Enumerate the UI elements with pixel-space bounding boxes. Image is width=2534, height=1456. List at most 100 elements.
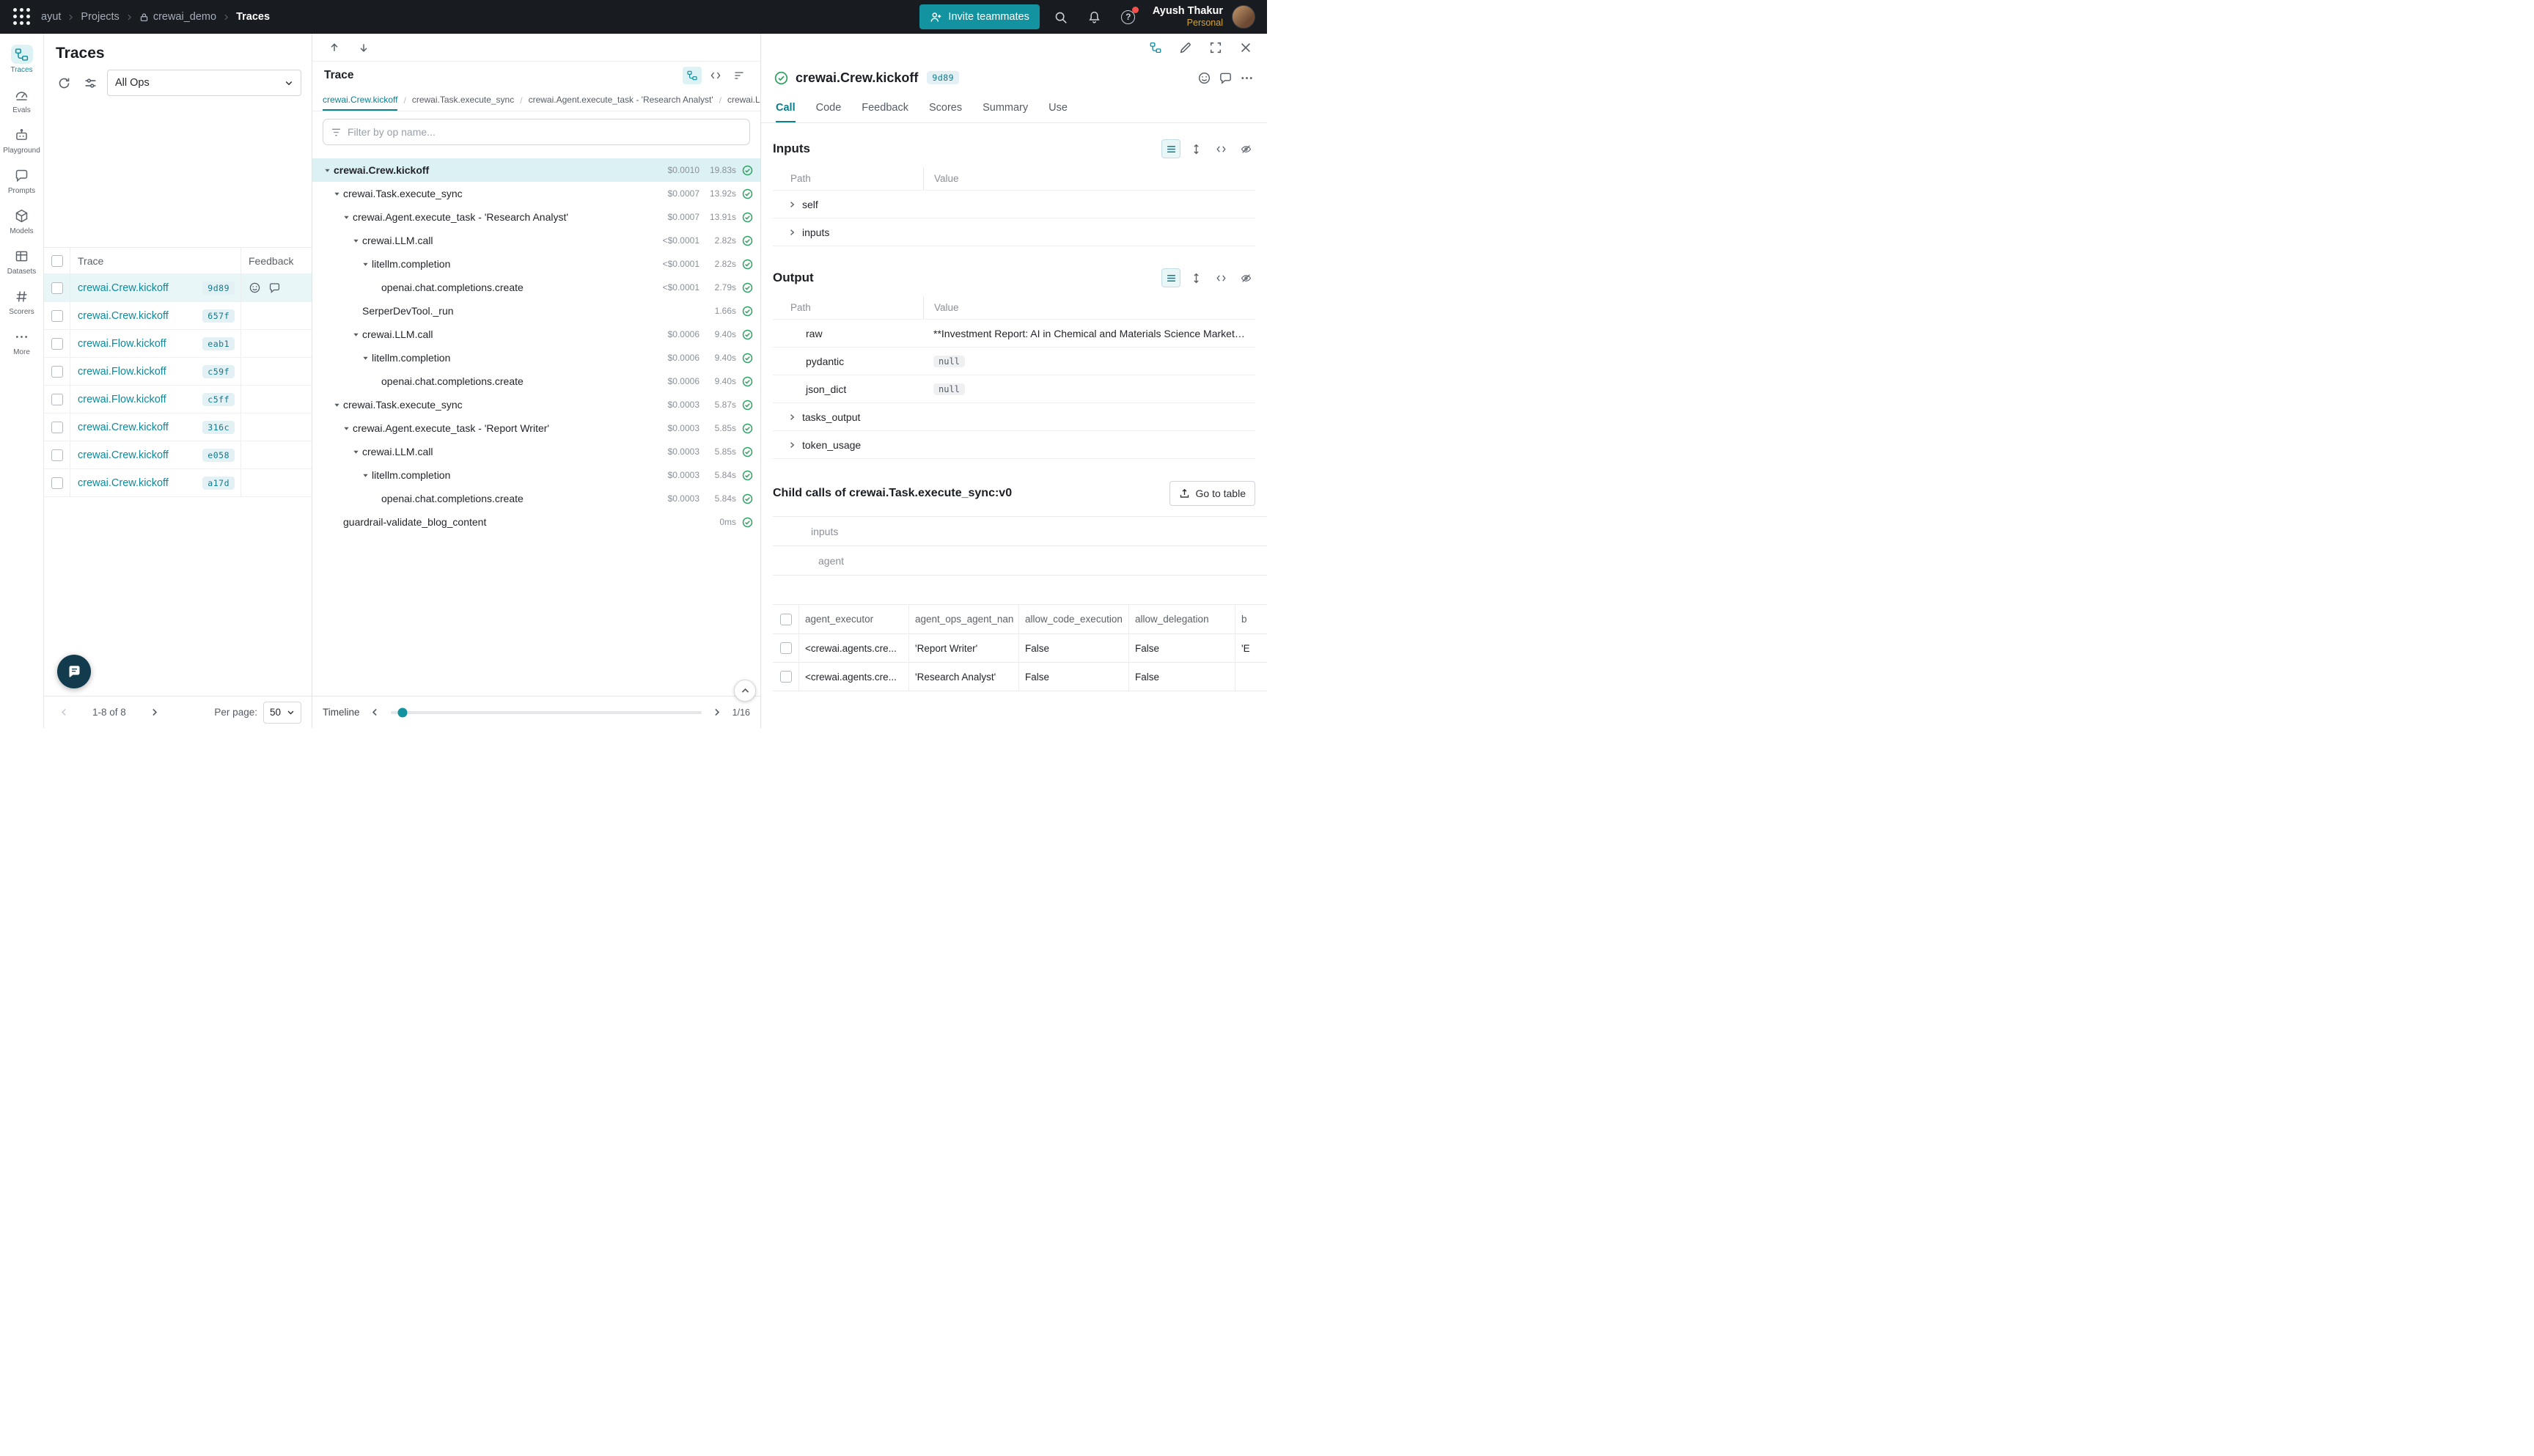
table-row[interactable]: crewai.Crew.kickoff316c — [44, 413, 312, 441]
tree-node[interactable]: crewai.LLM.call $0.0003 5.85s — [312, 440, 760, 463]
column-settings-icon[interactable] — [81, 73, 100, 92]
add-reaction-icon[interactable] — [249, 282, 261, 294]
sidebar-item-more[interactable]: More — [1, 322, 43, 361]
close-icon[interactable] — [1236, 39, 1255, 56]
hide-values-icon[interactable] — [1236, 268, 1255, 287]
tree-node[interactable]: openai.chat.completions.create $0.0006 9… — [312, 369, 760, 393]
tree-node[interactable]: crewai.Agent.execute_task - 'Research An… — [312, 205, 760, 229]
overflow-menu-icon[interactable] — [1240, 71, 1254, 85]
table-row[interactable]: crewai.Flow.kickoffc5ff — [44, 386, 312, 413]
tree-node[interactable]: litellm.completion $0.0003 5.84s — [312, 463, 760, 487]
trace-link[interactable]: crewai.Crew.kickoff — [78, 449, 169, 461]
select-all-checkbox[interactable] — [780, 614, 792, 625]
caret-down-icon[interactable] — [340, 211, 353, 223]
next-page-icon[interactable] — [145, 703, 164, 722]
sidebar-item-models[interactable]: Models — [1, 201, 43, 240]
sidebar-item-traces[interactable]: Traces — [1, 40, 43, 78]
caret-down-icon[interactable] — [350, 328, 362, 340]
row-checkbox[interactable] — [51, 477, 63, 489]
tree-node[interactable]: openai.chat.completions.create $0.0003 5… — [312, 487, 760, 510]
timeline-prev-icon[interactable] — [367, 705, 383, 721]
row-checkbox[interactable] — [780, 642, 792, 654]
expand-rows-icon[interactable] — [1186, 139, 1205, 158]
row-checkbox[interactable] — [51, 366, 63, 378]
sidebar-item-playground[interactable]: Playground — [1, 120, 43, 159]
row-checkbox[interactable] — [51, 282, 63, 294]
path-tab[interactable]: crewai.Crew.kickoff — [323, 89, 397, 111]
tree-node[interactable]: crewai.LLM.call $0.0006 9.40s — [312, 323, 760, 346]
rows-view-icon[interactable] — [1161, 268, 1180, 287]
flamegraph-view-icon[interactable] — [730, 67, 749, 84]
table-row[interactable]: crewai.Crew.kickoff657f — [44, 302, 312, 330]
row-checkbox[interactable] — [51, 449, 63, 461]
timeline-slider[interactable] — [391, 711, 702, 714]
code-view-icon[interactable] — [1211, 139, 1230, 158]
tree-node[interactable]: crewai.Agent.execute_task - 'Report Writ… — [312, 416, 760, 440]
table-row[interactable]: crewai.Crew.kickoffe058 — [44, 441, 312, 469]
kv-row-self[interactable]: self — [773, 191, 1255, 218]
timeline-next-icon[interactable] — [709, 705, 725, 721]
path-tab[interactable]: crewai.LLM.call — [727, 89, 760, 111]
kv-row-tasks-output[interactable]: tasks_output — [773, 403, 1255, 431]
tab-summary[interactable]: Summary — [983, 94, 1028, 122]
search-icon[interactable] — [1049, 4, 1073, 29]
table-row[interactable]: crewai.Crew.kickoff9d89 — [44, 274, 312, 302]
add-note-icon[interactable] — [1219, 71, 1233, 85]
caret-down-icon[interactable] — [340, 422, 353, 434]
timeline-slider-thumb[interactable] — [398, 707, 408, 717]
table-row[interactable]: crewai.Flow.kickoffc59f — [44, 358, 312, 386]
sidebar-item-evals[interactable]: Evals — [1, 80, 43, 119]
add-reaction-icon[interactable] — [1197, 71, 1211, 85]
breadcrumb-entity[interactable]: ayut — [41, 11, 61, 23]
tree-toggle-icon[interactable] — [1146, 39, 1165, 56]
tab-feedback[interactable]: Feedback — [862, 94, 908, 122]
add-note-icon[interactable] — [268, 282, 281, 294]
tab-use[interactable]: Use — [1049, 94, 1068, 122]
tree-node[interactable]: crewai.Task.execute_sync $0.0007 13.92s — [312, 182, 760, 205]
code-view-icon[interactable] — [1211, 268, 1230, 287]
trace-link[interactable]: crewai.Flow.kickoff — [78, 366, 166, 378]
hide-values-icon[interactable] — [1236, 139, 1255, 158]
trace-link[interactable]: crewai.Flow.kickoff — [78, 338, 166, 350]
tab-scores[interactable]: Scores — [929, 94, 962, 122]
caret-down-icon[interactable] — [359, 352, 372, 364]
breadcrumb-page[interactable]: Traces — [236, 11, 270, 23]
trace-link[interactable]: crewai.Crew.kickoff — [78, 282, 169, 294]
caret-down-icon[interactable] — [359, 258, 372, 270]
wandb-logo-icon[interactable] — [12, 7, 32, 27]
rows-view-icon[interactable] — [1161, 139, 1180, 158]
breadcrumb-projects[interactable]: Projects — [81, 11, 119, 23]
expand-rows-icon[interactable] — [1186, 268, 1205, 287]
code-view-icon[interactable] — [706, 67, 725, 84]
tree-node[interactable]: litellm.completion <$0.0001 2.82s — [312, 252, 760, 276]
fullscreen-icon[interactable] — [1206, 39, 1225, 56]
kv-row-token-usage[interactable]: token_usage — [773, 431, 1255, 459]
tab-call[interactable]: Call — [776, 94, 796, 122]
sidebar-item-datasets[interactable]: Datasets — [1, 241, 43, 280]
row-checkbox[interactable] — [51, 394, 63, 405]
go-to-table-button[interactable]: Go to table — [1169, 481, 1256, 506]
chat-support-button[interactable] — [57, 655, 91, 688]
trace-link[interactable]: crewai.Flow.kickoff — [78, 394, 166, 405]
breadcrumb-project[interactable]: crewai_demo — [139, 11, 216, 23]
op-filter-field[interactable] — [323, 119, 750, 145]
prev-page-icon[interactable] — [54, 703, 73, 722]
select-all-checkbox[interactable] — [51, 255, 63, 267]
table-row[interactable]: <crewai.agents.cre... 'Report Writer' Fa… — [773, 634, 1267, 663]
sidebar-item-scorers[interactable]: Scorers — [1, 282, 43, 320]
table-row[interactable]: <crewai.agents.cre... 'Research Analyst'… — [773, 663, 1267, 691]
tab-code[interactable]: Code — [816, 94, 842, 122]
row-checkbox[interactable] — [780, 671, 792, 683]
caret-down-icon[interactable] — [350, 235, 362, 246]
next-trace-icon[interactable] — [355, 39, 372, 56]
expand-chevron-icon[interactable] — [787, 228, 796, 237]
path-tab[interactable]: crewai.Task.execute_sync — [412, 89, 514, 111]
per-page-select[interactable]: 50 — [263, 702, 301, 724]
help-icon[interactable]: ? — [1116, 4, 1141, 29]
tree-node[interactable]: guardrail-validate_blog_content 0ms — [312, 510, 760, 534]
edit-pencil-icon[interactable] — [1176, 39, 1195, 56]
tree-node[interactable]: litellm.completion $0.0006 9.40s — [312, 346, 760, 369]
avatar[interactable] — [1232, 5, 1255, 29]
account-menu[interactable]: Ayush Thakur Personal — [1153, 5, 1223, 29]
caret-down-icon[interactable] — [331, 399, 343, 411]
